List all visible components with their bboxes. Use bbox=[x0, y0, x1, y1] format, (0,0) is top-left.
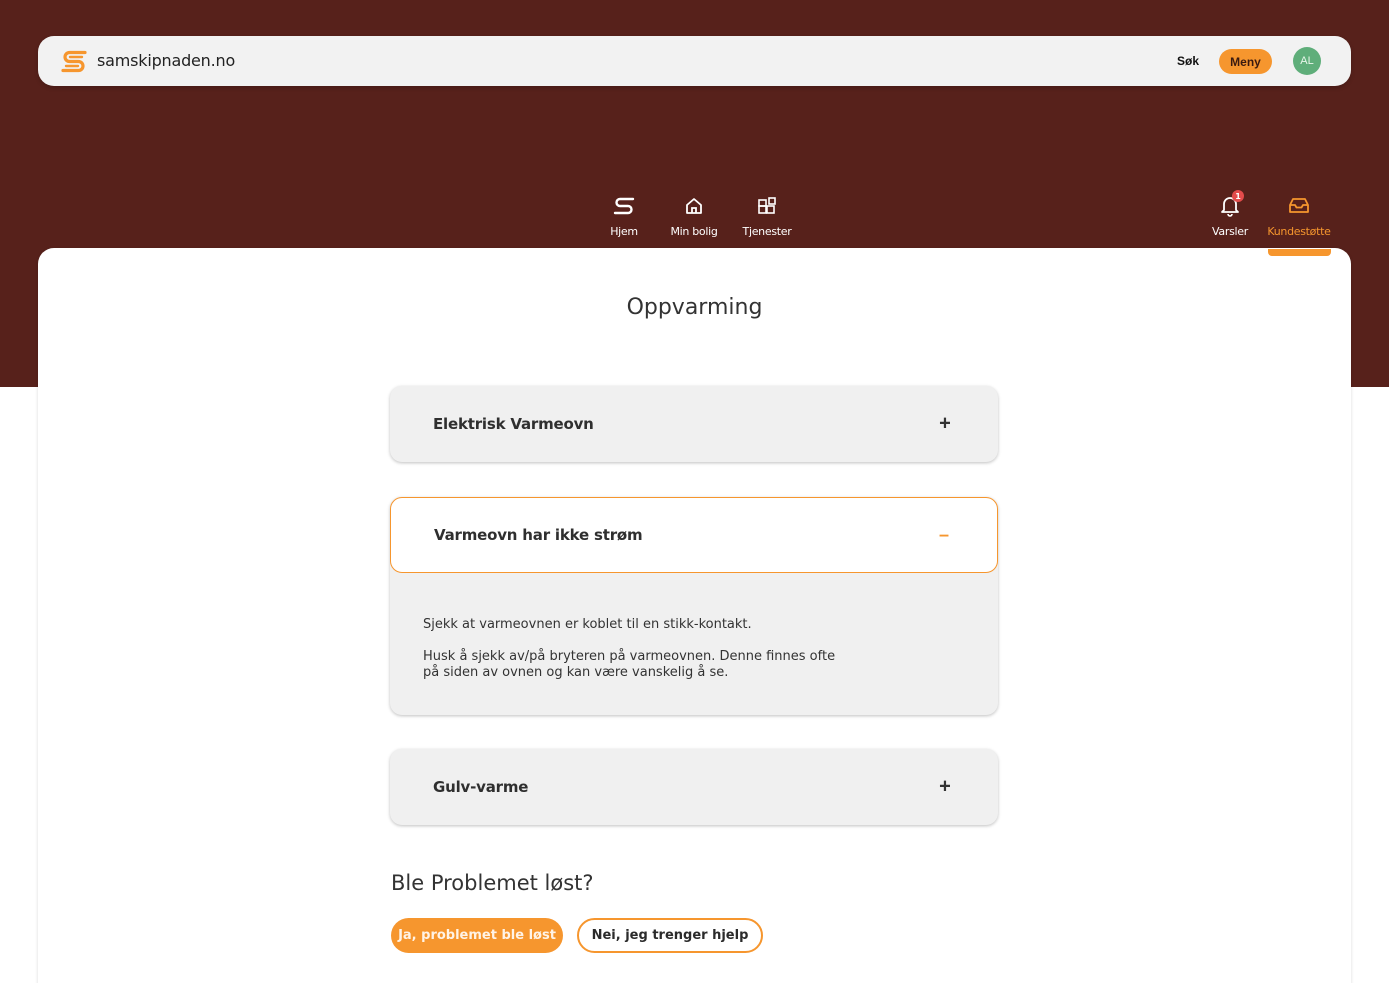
page: samskipnaden.no Søk Meny AL Hjem Min bol… bbox=[0, 0, 1389, 983]
accordion-header[interactable]: Varmeovn har ikke strøm – bbox=[390, 497, 998, 573]
accordion-title: Elektrisk Varmeovn bbox=[433, 415, 594, 433]
menu-button[interactable]: Meny bbox=[1219, 49, 1272, 74]
house-icon bbox=[686, 198, 702, 214]
nav-label-varsler: Varsler bbox=[1212, 225, 1248, 238]
plus-icon[interactable]: + bbox=[936, 776, 954, 799]
nav-item-varsler[interactable]: 1 Varsler bbox=[1210, 190, 1250, 238]
accordion-title: Varmeovn har ikke strøm bbox=[434, 526, 643, 544]
accordion-varmeovn-ikke-strom: Varmeovn har ikke strøm – Sjekk at varme… bbox=[390, 497, 998, 715]
home-logo-icon bbox=[613, 197, 635, 215]
accordion-elektrisk-varmeovn: Elektrisk Varmeovn + bbox=[390, 386, 998, 462]
site-logo[interactable]: samskipnaden.no bbox=[60, 48, 235, 73]
nav-item-kundestotte[interactable]: Kundestøtte bbox=[1266, 193, 1332, 238]
nav-item-tjenester[interactable]: Tjenester bbox=[741, 193, 793, 238]
accordion-title: Gulv-varme bbox=[433, 778, 529, 796]
plus-icon[interactable]: + bbox=[936, 413, 954, 436]
site-name: samskipnaden.no bbox=[97, 51, 236, 70]
nav-item-hjem[interactable]: Hjem bbox=[607, 193, 641, 238]
notification-badge: 1 bbox=[1232, 190, 1244, 202]
active-nav-indicator bbox=[1268, 249, 1331, 256]
need-help-button[interactable]: Nei, jeg trenger hjelp bbox=[577, 918, 763, 953]
accordion-header[interactable]: Elektrisk Varmeovn + bbox=[390, 386, 998, 462]
top-bar: samskipnaden.no Søk Meny AL bbox=[38, 36, 1351, 86]
accordion-body-text: Husk å sjekk av/på bryteren på varmeovne… bbox=[423, 649, 836, 680]
nav-label-hjem: Hjem bbox=[610, 225, 638, 238]
nav-item-min-bolig[interactable]: Min bolig bbox=[668, 193, 720, 238]
nav-label-min-bolig: Min bolig bbox=[670, 225, 718, 238]
samskipnaden-logo-icon bbox=[61, 50, 87, 73]
content-card: Oppvarming Elektrisk Varmeovn + Varmeovn… bbox=[38, 248, 1351, 983]
accordion-gulv-varme: Gulv-varme + bbox=[390, 749, 998, 825]
avatar[interactable]: AL bbox=[1293, 47, 1321, 75]
resolution-question: Ble Problemet løst? bbox=[391, 871, 594, 895]
inbox-icon bbox=[1289, 198, 1309, 213]
accordion-body-text: Sjekk at varmeovnen er koblet til en sti… bbox=[423, 617, 752, 632]
accordion-body: Sjekk at varmeovnen er koblet til en sti… bbox=[390, 573, 998, 715]
accordion-header[interactable]: Gulv-varme + bbox=[390, 749, 998, 825]
page-title: Oppvarming bbox=[626, 295, 763, 320]
minus-icon[interactable]: – bbox=[935, 525, 953, 546]
nav-label-tjenester: Tjenester bbox=[742, 225, 792, 238]
services-grid-icon bbox=[758, 197, 776, 214]
yes-resolved-button[interactable]: Ja, problemet ble løst bbox=[391, 918, 563, 953]
nav-label-kundestotte: Kundestøtte bbox=[1267, 225, 1331, 238]
search-link[interactable]: Søk bbox=[1177, 54, 1199, 68]
